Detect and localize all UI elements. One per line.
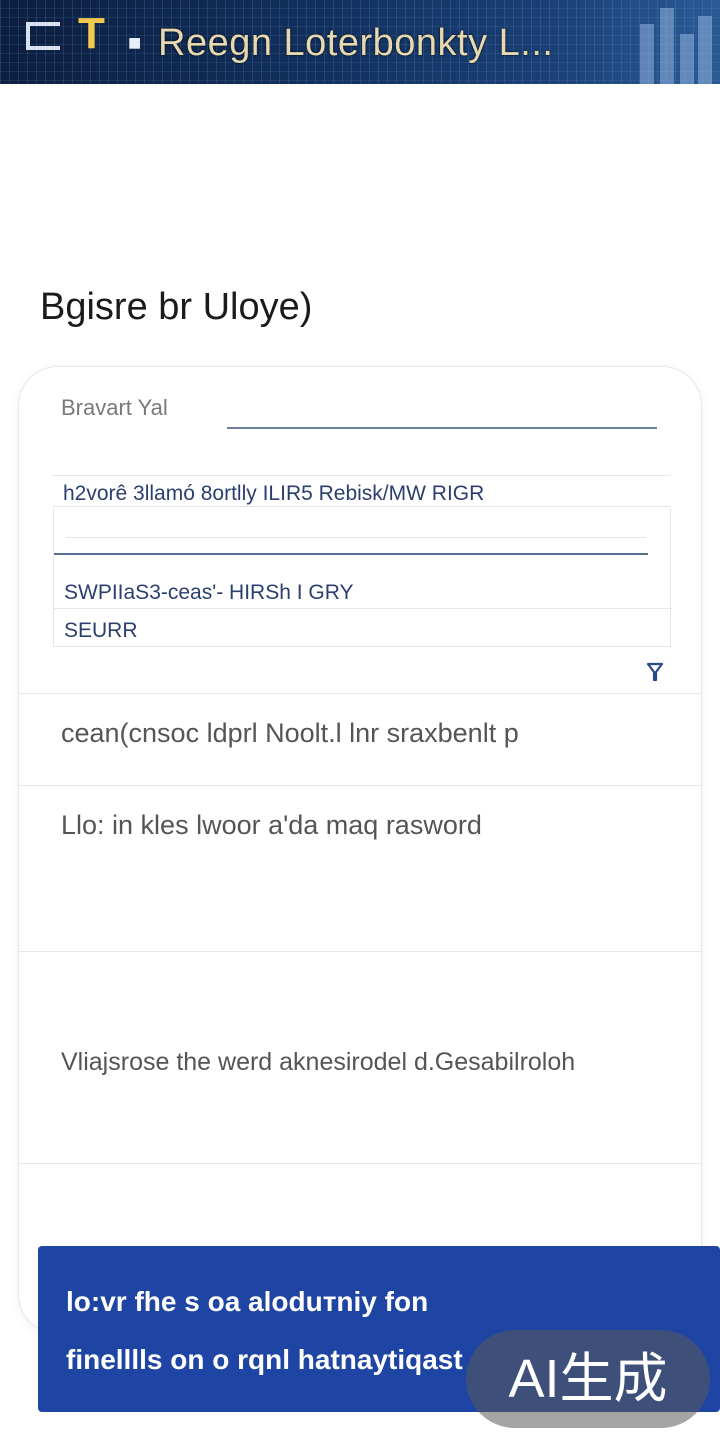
banner-title: Reegn Loterbonkty L... [158, 22, 554, 64]
logo-bracket-icon [26, 22, 60, 50]
page-title: Bgisre br Uloye) [40, 286, 313, 328]
banner-building [680, 34, 694, 84]
dropdown-search-input[interactable] [54, 553, 648, 555]
dropdown-panel: SWPIIaS3-ceas'- HIRSh I GRY SEURR [53, 509, 672, 647]
dropdown-divider [66, 537, 646, 538]
info-section: cean(cnsoc ldprl Noolt.l lnr sraxbenlt p [19, 693, 701, 785]
text-field[interactable] [227, 393, 657, 429]
dropdown-option[interactable]: SWPIIaS3-ceas'- HIRSh I GRY [54, 571, 672, 609]
banner-building [698, 16, 712, 84]
info-section: Vliajsrose the werd aknesirodel d.Gesabi… [19, 951, 701, 1163]
dropdown-option[interactable]: SEURR [54, 609, 672, 647]
section-text: Vliajsrose the werd aknesirodel d.Gesabi… [61, 1048, 576, 1076]
info-section: Llo: in kles lwoor a'da maq rasword [19, 785, 701, 951]
logo-dot-icon: ■ [128, 30, 142, 55]
form-field-row: Bravart Yal [61, 393, 661, 433]
ai-watermark-badge: AI生成 [466, 1330, 710, 1428]
logo-icon: T [78, 9, 105, 58]
filter-icon[interactable] [645, 661, 665, 683]
dropdown-selected[interactable]: h2vorê 3llamó 8ortlly ILIR5 Rebisk/MW RI… [53, 475, 671, 507]
form-card: Bravart Yal h2vorê 3llamó 8ortlly ILIR5 … [18, 366, 702, 1334]
section-text: cean(cnsoc ldprl Noolt.l lnr sraxbenlt p [61, 718, 519, 748]
section-text: Llo: in kles lwoor a'da maq rasword [61, 810, 482, 840]
cta-line: lo:vr fhe s oa aloduтniy fon [66, 1286, 429, 1317]
banner-building [640, 24, 654, 84]
cta-line: finelllls on o rqnl hatnaytiqast [66, 1344, 463, 1375]
field-label: Bravart Yal [61, 395, 168, 420]
banner-building [660, 8, 674, 84]
top-banner: T ■ Reegn Loterbonkty L... [0, 0, 720, 84]
